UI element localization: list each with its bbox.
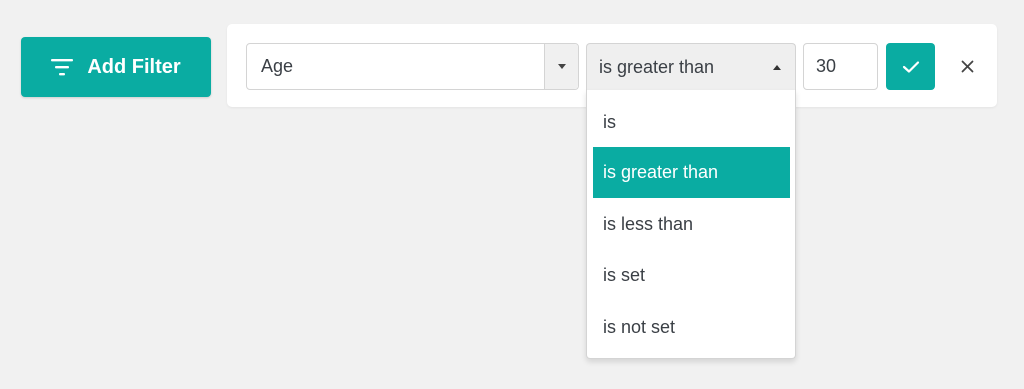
operator-option-is-not-set[interactable]: is not set bbox=[593, 302, 790, 353]
remove-filter-button[interactable] bbox=[954, 53, 980, 79]
field-select-value: Age bbox=[261, 56, 294, 76]
apply-filter-button[interactable] bbox=[886, 43, 935, 90]
filter-list-icon bbox=[51, 58, 74, 76]
operator-option-is[interactable]: is bbox=[593, 97, 790, 148]
operator-option-is-set[interactable]: is set bbox=[593, 250, 790, 301]
operator-select[interactable]: is greater than bbox=[586, 43, 796, 90]
add-filter-button[interactable]: Add Filter bbox=[21, 37, 211, 97]
chevron-down-icon bbox=[557, 64, 566, 69]
checkmark-icon bbox=[902, 60, 919, 73]
close-icon bbox=[961, 60, 973, 72]
operator-dropdown: is is greater than is less than is set i… bbox=[586, 90, 796, 359]
filter-value-input[interactable] bbox=[803, 43, 878, 90]
field-select[interactable]: Age bbox=[246, 43, 579, 90]
add-filter-label: Add Filter bbox=[87, 55, 181, 78]
operator-option-is-less-than[interactable]: is less than bbox=[593, 199, 790, 250]
field-select-toggle[interactable] bbox=[544, 44, 578, 89]
operator-select-value: is greater than bbox=[599, 57, 715, 77]
operator-option-is-greater-than[interactable]: is greater than bbox=[593, 147, 790, 198]
chevron-up-icon bbox=[773, 65, 781, 70]
